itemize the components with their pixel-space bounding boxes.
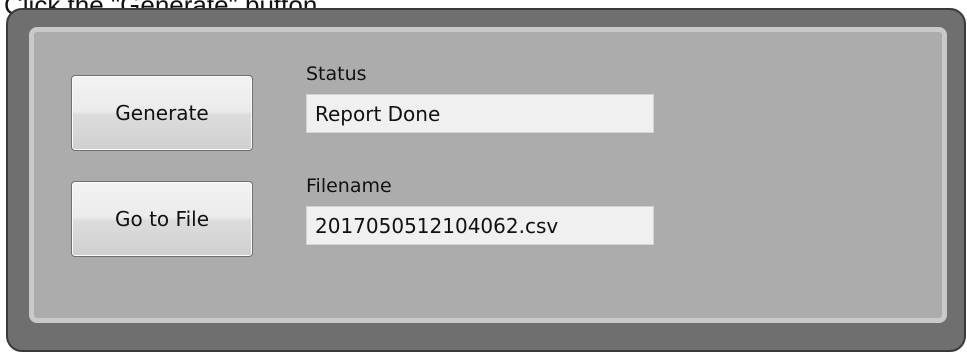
status-label: Status bbox=[306, 63, 367, 85]
filename-field[interactable] bbox=[306, 206, 654, 245]
report-panel bbox=[29, 27, 947, 323]
filename-label: Filename bbox=[306, 175, 392, 197]
go-to-file-button[interactable]: Go to File bbox=[71, 181, 253, 257]
generate-button[interactable]: Generate bbox=[71, 75, 253, 151]
status-field[interactable] bbox=[306, 94, 654, 133]
